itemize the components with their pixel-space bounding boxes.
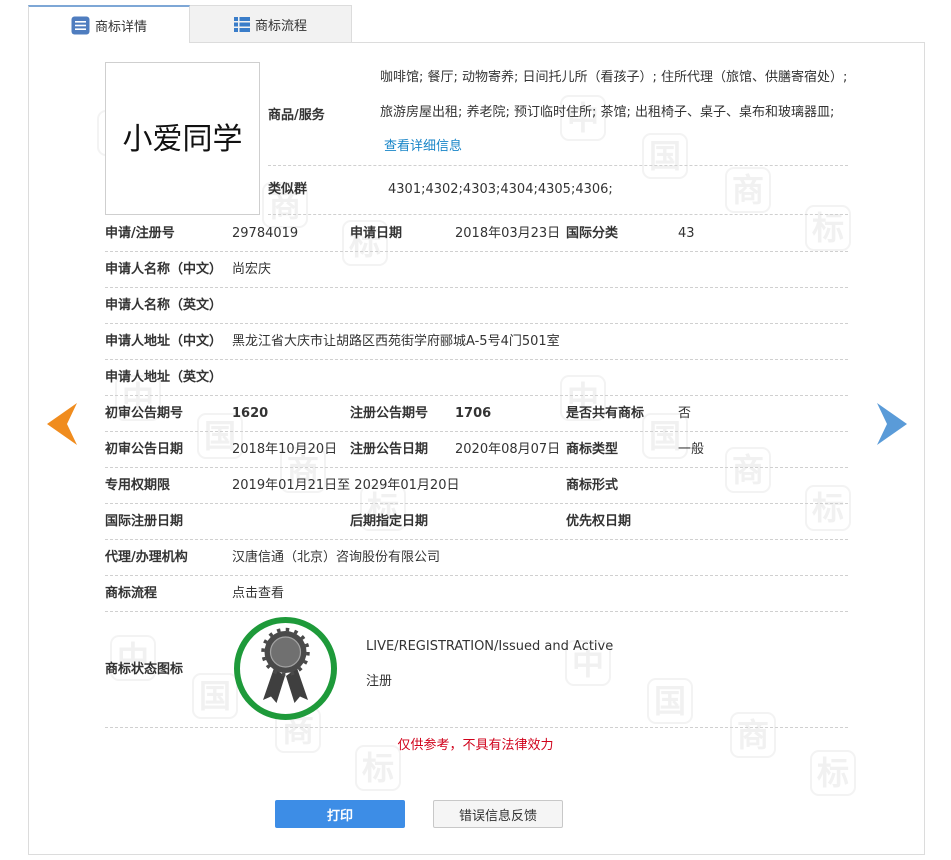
print-button[interactable]: 打印 xyxy=(275,800,405,828)
intl-class-value: 43 xyxy=(678,226,695,241)
error-feedback-button[interactable]: 错误信息反馈 xyxy=(433,800,563,828)
prelim-pub-issue-value: 1620 xyxy=(232,406,269,421)
detail-row: 申请人地址（中文） 黑龙江省大庆市让胡路区西苑街学府郦城A-5号4门501室 xyxy=(105,324,848,360)
detail-row: 初审公告日期 2018年10月20日 注册公告日期 2020年08月07日 商标… xyxy=(105,432,848,468)
detail-row: 申请/注册号 29784019 申请日期 2018年03月23日 国际分类 43 xyxy=(105,216,848,252)
chevron-right-icon xyxy=(877,403,907,449)
application-date-value: 2018年03月23日 xyxy=(455,226,561,241)
exclusive-term-value: 2019年01月21日至 2029年01月20日 xyxy=(232,478,460,493)
reg-pub-date-label: 注册公告日期 xyxy=(350,442,429,457)
process-label: 商标流程 xyxy=(105,586,158,601)
similar-group-label: 类似群 xyxy=(268,182,308,197)
mark-form-label: 商标形式 xyxy=(566,478,619,493)
status-text-en: LIVE/REGISTRATION/Issued and Active xyxy=(366,639,614,654)
shared-mark-value: 否 xyxy=(678,406,692,421)
view-process-link[interactable]: 点击查看 xyxy=(232,576,284,611)
mark-type-value: 一般 xyxy=(678,442,705,457)
priority-date-label: 优先权日期 xyxy=(566,514,632,529)
applicant-address-cn-label: 申请人地址（中文） xyxy=(105,334,223,349)
detail-row: 申请人名称（中文） 尚宏庆 xyxy=(105,252,848,288)
detail-row: 申请人名称（英文） xyxy=(105,288,848,324)
detail-row: 国际注册日期 后期指定日期 优先权日期 xyxy=(105,504,848,540)
applicant-name-en-label: 申请人名称（英文） xyxy=(105,298,223,313)
similar-group-value: 4301;4302;4303;4304;4305;4306; xyxy=(388,182,613,197)
goods-services-text: 咖啡馆; 餐厅; 动物寄养; 日间托儿所（看孩子）; 住所代理（旅馆、供膳寄宿处… xyxy=(380,70,848,120)
applicant-address-en-label: 申请人地址（英文） xyxy=(105,370,223,385)
goods-services-label: 商品/服务 xyxy=(268,62,325,165)
reg-pub-issue-value: 1706 xyxy=(455,406,492,421)
tab-trademark-process[interactable]: 商标流程 xyxy=(190,5,352,42)
intl-reg-date-label: 国际注册日期 xyxy=(105,514,184,529)
detail-row: 申请人地址（英文） xyxy=(105,360,848,396)
similar-group-row: 类似群 4301;4302;4303;4304;4305;4306; xyxy=(268,166,848,215)
disclaimer-text: 仅供参考，不具有法律效力 xyxy=(397,738,554,753)
detail-row: 初审公告期号 1620 注册公告期号 1706 是否共有商标 否 xyxy=(105,396,848,432)
status-icon-label: 商标状态图标 xyxy=(105,662,184,677)
agency-label: 代理/办理机构 xyxy=(105,550,188,565)
view-details-link[interactable]: 查看详细信息 xyxy=(384,139,462,154)
shared-mark-label: 是否共有商标 xyxy=(566,406,645,421)
tab-label: 商标流程 xyxy=(254,18,307,34)
registered-award-icon xyxy=(233,616,338,721)
exclusive-term-label: 专用权期限 xyxy=(105,478,171,493)
application-number-label: 申请/注册号 xyxy=(105,226,175,241)
prelim-pub-date-value: 2018年10月20日 xyxy=(232,442,338,457)
trademark-image-text: 小爱同学 xyxy=(122,121,243,157)
previous-record-button[interactable] xyxy=(47,403,77,445)
detail-row: 代理/办理机构 汉唐信通（北京）咨询股份有限公司 xyxy=(105,540,848,576)
tab-label: 商标详情 xyxy=(94,19,147,35)
chevron-left-icon xyxy=(47,403,77,449)
status-row: 商标状态图标 LIVE/REGISTRATION/Issued and Acti… xyxy=(105,612,848,728)
prelim-pub-issue-label: 初审公告期号 xyxy=(105,406,184,421)
status-text-cn: 注册 xyxy=(366,674,393,689)
applicant-address-cn-value: 黑龙江省大庆市让胡路区西苑街学府郦城A-5号4门501室 xyxy=(232,334,560,349)
application-number-value: 29784019 xyxy=(232,226,299,241)
applicant-name-cn-value: 尚宏庆 xyxy=(232,262,272,277)
applicant-name-cn-label: 申请人名称（中文） xyxy=(105,262,223,277)
reg-pub-issue-label: 注册公告期号 xyxy=(350,406,429,421)
document-list-icon xyxy=(71,16,90,35)
tab-trademark-details[interactable]: 商标详情 xyxy=(28,5,190,43)
application-date-label: 申请日期 xyxy=(350,226,403,241)
reg-pub-date-value: 2020年08月07日 xyxy=(455,442,561,457)
next-record-button[interactable] xyxy=(877,403,907,445)
goods-services-value: 咖啡馆; 餐厅; 动物寄养; 日间托儿所（看孩子）; 住所代理（旅馆、供膳寄宿处… xyxy=(380,61,850,165)
goods-services-label-text: 商品/服务 xyxy=(268,108,325,123)
detail-row: 商标流程 点击查看 xyxy=(105,576,848,612)
intl-class-label: 国际分类 xyxy=(566,226,619,241)
mark-type-label: 商标类型 xyxy=(566,442,619,457)
detail-row: 专用权期限 2019年01月21日至 2029年01月20日 商标形式 xyxy=(105,468,848,504)
trademark-image: 小爱同学 xyxy=(105,62,260,215)
prelim-pub-date-label: 初审公告日期 xyxy=(105,442,184,457)
table-list-icon xyxy=(233,16,250,32)
agency-value: 汉唐信通（北京）咨询股份有限公司 xyxy=(232,550,441,565)
later-designation-date-label: 后期指定日期 xyxy=(350,514,429,529)
